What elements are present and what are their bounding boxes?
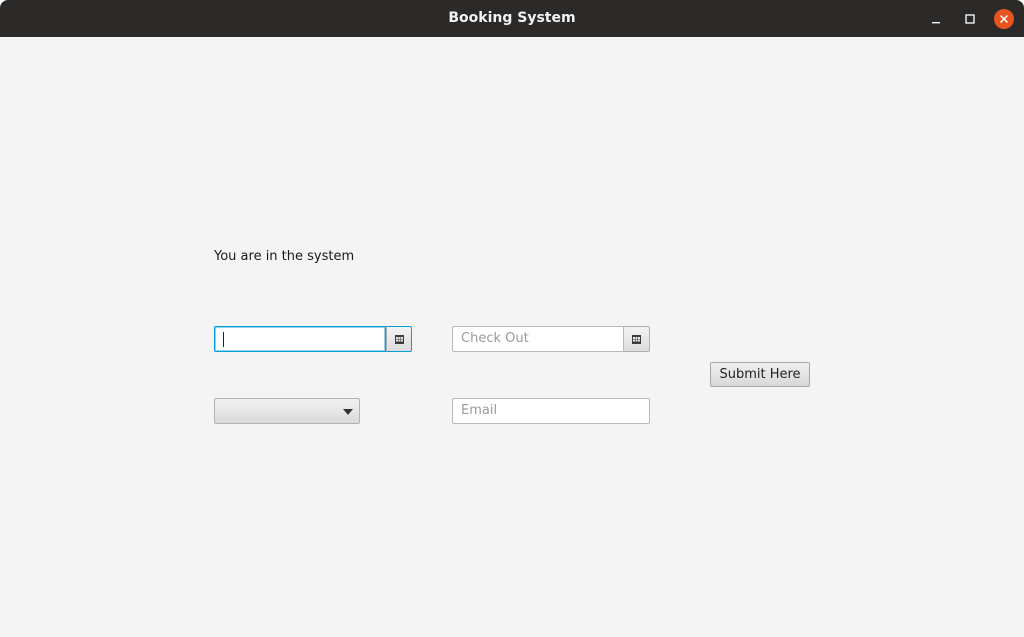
check-in-date-picker[interactable] <box>214 326 412 352</box>
room-type-combo-box[interactable] <box>214 398 360 424</box>
close-icon <box>999 14 1009 24</box>
maximize-icon <box>965 14 975 24</box>
application-window: Booking System You are in the system Che… <box>0 0 1024 637</box>
email-field[interactable]: Email <box>452 398 650 424</box>
submit-button[interactable]: Submit Here <box>710 362 810 387</box>
minimize-icon <box>932 22 940 24</box>
check-out-date-picker[interactable]: Check Out <box>452 326 650 352</box>
maximize-button[interactable] <box>960 9 980 29</box>
main-content: You are in the system Check Out Submit H… <box>0 37 1024 637</box>
text-cursor <box>223 332 224 347</box>
check-in-field[interactable] <box>214 326 386 352</box>
check-in-calendar-button[interactable] <box>386 326 412 352</box>
chevron-down-icon <box>343 409 353 415</box>
close-button[interactable] <box>994 9 1014 29</box>
calendar-icon <box>395 335 404 344</box>
minimize-button[interactable] <box>926 9 946 29</box>
calendar-icon <box>632 335 641 344</box>
check-out-field[interactable]: Check Out <box>452 326 624 352</box>
status-label: You are in the system <box>214 249 355 264</box>
title-bar[interactable]: Booking System <box>0 0 1024 37</box>
check-out-calendar-button[interactable] <box>624 326 650 352</box>
window-title: Booking System <box>448 10 576 26</box>
